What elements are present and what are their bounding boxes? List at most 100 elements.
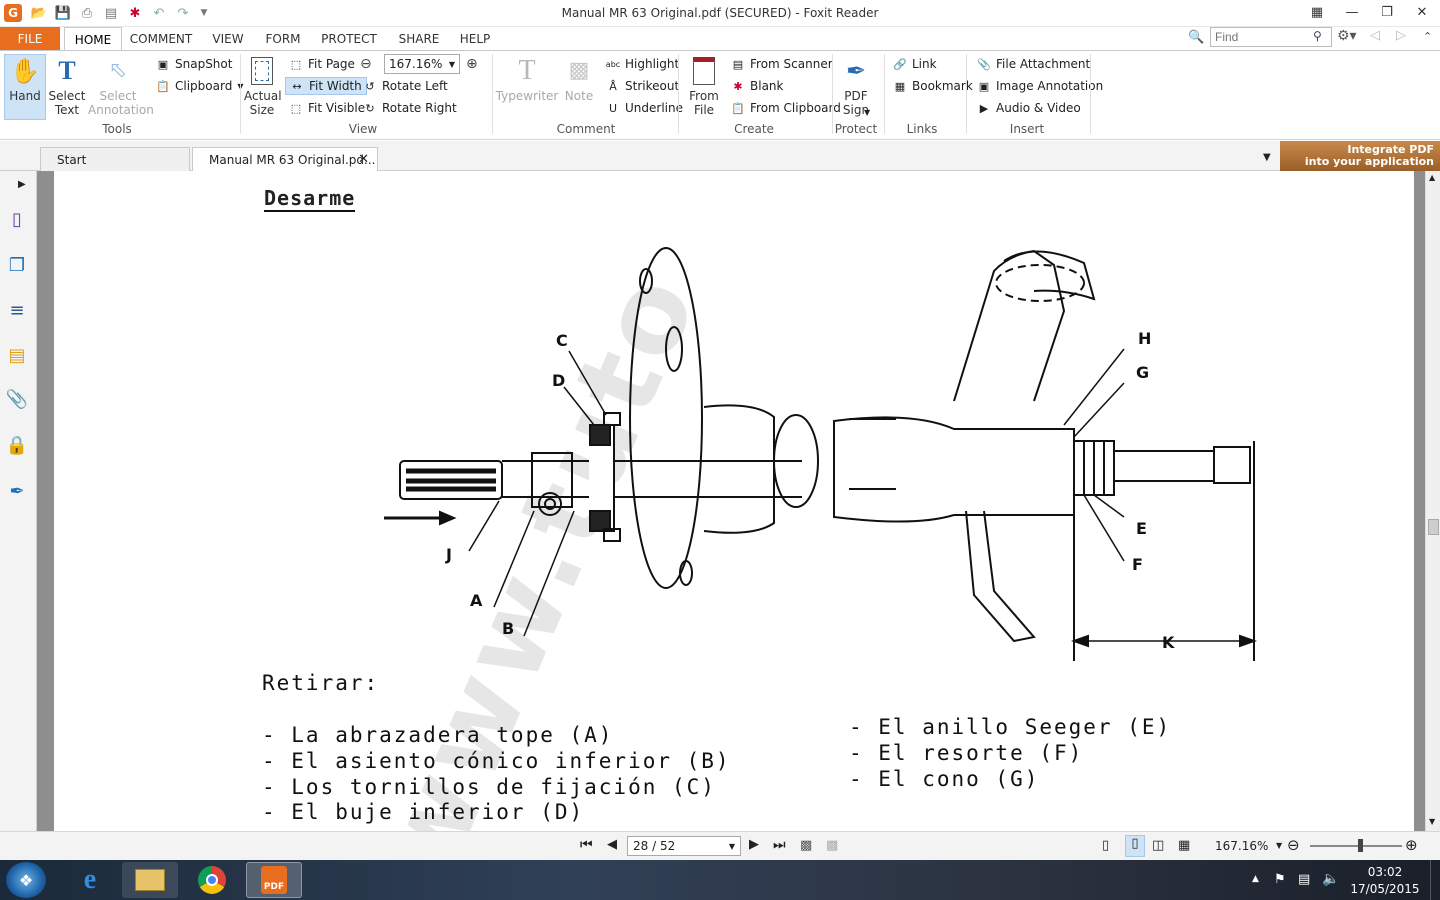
security-lock-icon[interactable]: 🔒 <box>5 433 29 457</box>
actual-size-icon <box>247 55 277 87</box>
minimize-button[interactable]: — <box>1341 4 1363 20</box>
collapse-ribbon-icon[interactable]: ⌃ <box>1423 30 1432 43</box>
clock-date[interactable]: 17/05/2015 <box>1348 882 1422 896</box>
scroll-thumb[interactable] <box>1428 519 1439 535</box>
tab-list-arrow-icon[interactable]: ▼ <box>1263 152 1271 163</box>
from-scanner-button[interactable]: ▤ From Scanner <box>730 55 833 73</box>
from-clipboard-button[interactable]: 📋 From Clipboard <box>730 99 841 117</box>
previous-page-icon[interactable]: ◀ <box>607 837 617 852</box>
image-annotation-button[interactable]: ▣ Image Annotation <box>976 77 1103 95</box>
settings-gear-icon[interactable]: ⚙▾ <box>1337 28 1357 44</box>
zoom-in-icon[interactable]: ⊕ <box>1405 836 1418 854</box>
zoom-out-icon[interactable]: ⊖ <box>1287 836 1300 854</box>
menu-share[interactable]: SHARE <box>392 27 446 51</box>
maximize-button[interactable]: ❐ <box>1376 4 1398 20</box>
attachments-icon[interactable]: 📎 <box>5 387 29 411</box>
scanner-icon: ▤ <box>732 57 744 71</box>
from-file-button[interactable]: From File <box>684 55 724 117</box>
page-number-input[interactable]: 28 / 52 ▼ <box>627 836 741 856</box>
menu-protect[interactable]: PROTECT <box>314 27 384 51</box>
start-button[interactable]: ❖ <box>6 862 46 898</box>
foxit-reader-taskbar-icon[interactable]: PDF <box>246 862 302 898</box>
zoom-slider-thumb[interactable] <box>1358 839 1363 852</box>
zoom-level-text[interactable]: 167.16% <box>1215 839 1268 853</box>
search-icon-orange[interactable]: 🔍 <box>1188 30 1206 48</box>
typewriter-button[interactable]: T Typewriter <box>496 55 559 104</box>
file-attachment-button[interactable]: 📎 File Attachment <box>976 55 1090 73</box>
stack-icon[interactable]: ≡ <box>5 298 29 322</box>
internet-explorer-icon[interactable]: e <box>62 862 118 898</box>
zoom-slider[interactable] <box>1310 845 1402 847</box>
integrate-pdf-banner[interactable]: Integrate PDF into your application <box>1280 141 1440 171</box>
first-page-icon[interactable]: ⏮ <box>580 837 593 853</box>
pdf-file-icon <box>689 55 719 87</box>
highlight-button[interactable]: abc Highlight <box>605 55 679 73</box>
select-text-button[interactable]: T Select Text <box>48 55 86 118</box>
continuous-facing-icon[interactable]: ▦ <box>1178 838 1190 853</box>
continuous-page-icon[interactable]: ▯ <box>1125 835 1145 857</box>
zoom-in-icon[interactable]: ⊕ <box>466 56 478 72</box>
scroll-down-arrow-icon[interactable]: ▼ <box>1429 817 1435 826</box>
menu-file[interactable]: FILE <box>0 27 60 51</box>
menu-form[interactable]: FORM <box>260 27 306 51</box>
menu-help[interactable]: HELP <box>454 27 496 51</box>
blank-button[interactable]: ✱ Blank <box>730 77 783 95</box>
list-item-b: - El asiento cónico inferior (B) <box>262 749 731 773</box>
window-title: Manual MR 63 Original.pdf (SECURED) - Fo… <box>561 6 879 20</box>
single-page-icon[interactable]: ▯ <box>1102 838 1109 853</box>
close-tab-icon[interactable]: ✕ <box>358 152 369 167</box>
layers-icon[interactable]: ❐ <box>5 253 29 277</box>
scroll-up-arrow-icon[interactable]: ▲ <box>1429 173 1435 182</box>
fit-width-button[interactable]: ↔ Fit Width <box>285 77 367 95</box>
page-thumbnails-icon[interactable]: ▯ <box>5 207 29 231</box>
tab-manual-pdf[interactable]: Manual MR 63 Original.pd... ✕ <box>192 147 378 171</box>
menu-comment[interactable]: COMMENT <box>126 27 196 51</box>
menu-view[interactable]: VIEW <box>204 27 252 51</box>
menu-home[interactable]: HOME <box>64 27 122 51</box>
fit-page-button[interactable]: ⬚ Fit Page <box>288 55 355 73</box>
volume-icon[interactable]: 🔈 <box>1322 871 1339 887</box>
chrome-icon[interactable] <box>184 862 240 898</box>
separator <box>884 54 885 134</box>
previous-result-icon[interactable]: ◁ <box>1370 28 1380 43</box>
search-icon[interactable]: ⚲ <box>1313 29 1322 43</box>
note-button[interactable]: ▩ Note <box>560 55 598 104</box>
signatures-icon[interactable]: ✒ <box>5 479 29 503</box>
layout-icon[interactable]: ▦ <box>1306 4 1328 20</box>
link-button[interactable]: 🔗 Link <box>892 55 936 73</box>
action-center-flag-icon[interactable]: ⚑ <box>1274 872 1286 887</box>
hand-tool-button[interactable]: ✋ Hand <box>4 54 46 120</box>
next-page-icon[interactable]: ▶ <box>749 837 759 852</box>
dropdown-arrow-icon: ▼ <box>448 60 455 69</box>
network-icon[interactable]: ▤ <box>1298 872 1310 887</box>
rotate-left-button[interactable]: ↺ Rotate Left <box>362 77 447 95</box>
clock-time[interactable]: 03:02 <box>1362 865 1408 879</box>
comments-icon[interactable]: ▤ <box>5 343 29 367</box>
dropdown-arrow-icon[interactable]: ▼ <box>1276 841 1282 850</box>
file-explorer-icon[interactable] <box>122 862 178 898</box>
next-result-icon[interactable]: ▷ <box>1396 28 1406 43</box>
dropdown-arrow-icon[interactable]: ▼ <box>864 108 870 117</box>
strikeout-button[interactable]: Å Strikeout <box>605 77 679 95</box>
next-view-icon[interactable]: ▩ <box>826 838 838 853</box>
bookmark-button[interactable]: ▦ Bookmark <box>892 77 973 95</box>
facing-pages-icon[interactable]: ◫ <box>1152 838 1164 853</box>
close-button[interactable]: ✕ <box>1411 4 1433 20</box>
expand-panel-icon[interactable]: ▶ <box>18 179 26 190</box>
rotate-right-button[interactable]: ↻ Rotate Right <box>362 99 456 117</box>
tab-start[interactable]: Start <box>40 147 190 171</box>
snapshot-button[interactable]: ▣ SnapShot <box>155 55 233 73</box>
show-desktop-button[interactable] <box>1430 860 1440 900</box>
actual-size-button[interactable]: Actual Size <box>244 55 282 117</box>
clipboard-button[interactable]: 📋Clipboard▼ <box>155 77 243 95</box>
audio-video-button[interactable]: ▶ Audio & Video <box>976 99 1081 117</box>
show-hidden-icons[interactable]: ▲ <box>1252 874 1259 884</box>
underline-button[interactable]: U Underline <box>605 99 683 117</box>
zoom-out-icon[interactable]: ⊖ <box>360 56 372 72</box>
zoom-select[interactable]: 167.16% ▼ <box>384 54 460 74</box>
last-page-icon[interactable]: ⏭ <box>773 837 786 853</box>
fit-visible-button[interactable]: ⬚ Fit Visible <box>288 99 365 117</box>
vertical-scrollbar[interactable]: ▲ ▼ <box>1425 171 1440 831</box>
previous-view-icon[interactable]: ▩ <box>800 838 812 853</box>
select-annotation-button[interactable]: ⬁ Select Annotation <box>88 55 154 118</box>
